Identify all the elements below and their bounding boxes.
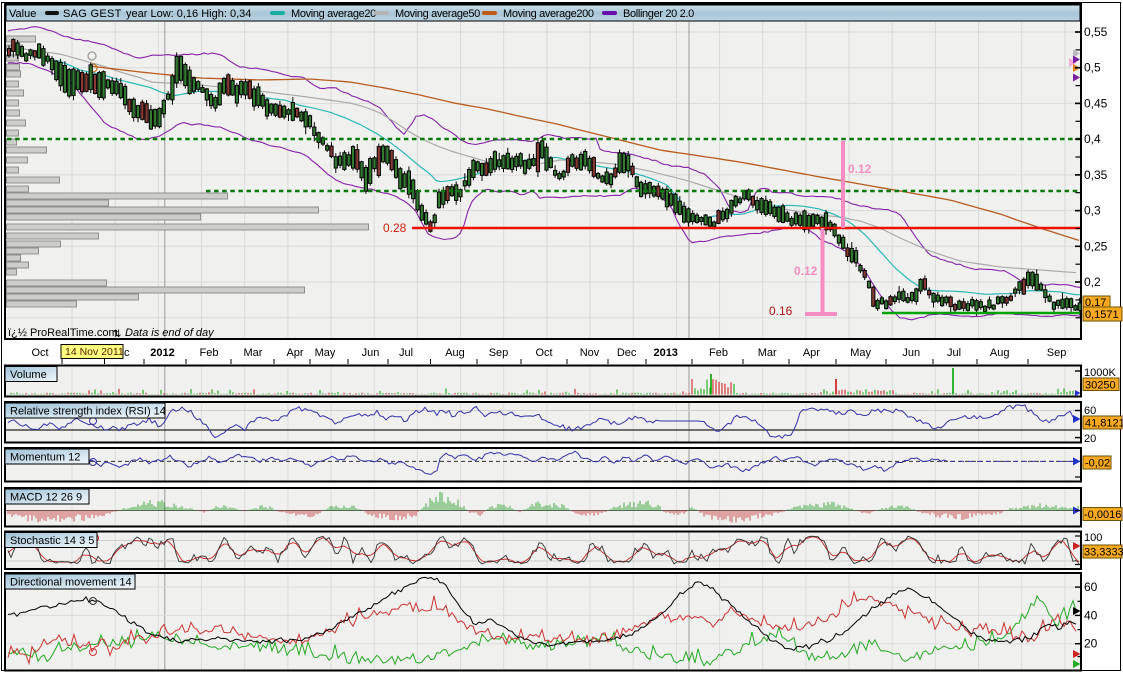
svg-text:Oct: Oct <box>535 347 552 359</box>
svg-text:0,2: 0,2 <box>1084 275 1101 289</box>
svg-text:Momentum 12: Momentum 12 <box>10 452 80 464</box>
svg-text:Mar: Mar <box>758 347 777 359</box>
svg-text:-0,02: -0,02 <box>1085 458 1110 470</box>
svg-text:Mar: Mar <box>244 347 263 359</box>
svg-text:0,3: 0,3 <box>1084 204 1101 218</box>
svg-text:20: 20 <box>1084 433 1096 445</box>
svg-text:Jun: Jun <box>902 347 920 359</box>
svg-text:Jun: Jun <box>362 347 380 359</box>
svg-text:c: c <box>124 347 130 359</box>
svg-text:Feb: Feb <box>709 347 728 359</box>
svg-text:Bollinger 20 2.0: Bollinger 20 2.0 <box>623 8 694 20</box>
svg-text:2013: 2013 <box>653 347 677 359</box>
svg-text:Relative strength index (RSI): Relative strength index (RSI) 14 <box>10 406 166 418</box>
svg-text:60: 60 <box>1084 405 1096 417</box>
svg-text:Nov: Nov <box>580 347 600 359</box>
svg-text:0.12: 0.12 <box>848 162 872 176</box>
svg-text:0,5: 0,5 <box>1084 61 1101 75</box>
svg-text:Value: Value <box>9 8 36 20</box>
svg-text:Moving average50: Moving average50 <box>395 8 480 20</box>
svg-text:100: 100 <box>1084 532 1102 544</box>
svg-text:Moving average20: Moving average20 <box>291 8 376 20</box>
svg-text:Jul: Jul <box>399 347 413 359</box>
svg-text:SAG GEST: SAG GEST <box>63 8 122 20</box>
svg-text:Moving average200: Moving average200 <box>503 8 594 20</box>
svg-text:May: May <box>315 347 336 359</box>
svg-text:ï¿½ ProRealTime.com: ï¿½ ProRealTime.com <box>8 327 118 339</box>
svg-text:year Low: 0,16 High: 0,34: year Low: 0,16 High: 0,34 <box>126 8 251 20</box>
svg-text:40: 40 <box>1084 608 1098 622</box>
svg-text:0.12: 0.12 <box>794 264 818 278</box>
svg-text:Data is end of day: Data is end of day <box>125 327 215 339</box>
svg-text:Volume: Volume <box>10 369 47 381</box>
svg-text:0,35: 0,35 <box>1084 168 1108 182</box>
svg-text:Aug: Aug <box>445 347 465 359</box>
svg-text:-0,0016: -0,0016 <box>1084 509 1121 521</box>
svg-text:Dec: Dec <box>617 347 637 359</box>
svg-text:Jul: Jul <box>947 347 961 359</box>
svg-text:14 Nov 2011: 14 Nov 2011 <box>65 346 124 358</box>
svg-text:Directional movement 14: Directional movement 14 <box>10 577 132 589</box>
svg-text:0,1571: 0,1571 <box>1085 309 1119 321</box>
svg-text:0,4: 0,4 <box>1084 132 1101 146</box>
svg-text:0.16: 0.16 <box>769 304 793 318</box>
svg-text:0,45: 0,45 <box>1084 96 1108 110</box>
svg-text:⇅: ⇅ <box>113 329 121 340</box>
svg-text:Aug: Aug <box>990 347 1010 359</box>
svg-text:33,3333: 33,3333 <box>1084 547 1123 559</box>
svg-text:Oct: Oct <box>31 347 48 359</box>
svg-text:60: 60 <box>1084 580 1098 594</box>
svg-text:Apr: Apr <box>803 347 820 359</box>
svg-text:0.28: 0.28 <box>383 221 407 235</box>
svg-text:Sep: Sep <box>489 347 509 359</box>
svg-text:41,8121: 41,8121 <box>1085 418 1123 430</box>
svg-text:MACD 12 26 9: MACD 12 26 9 <box>10 492 82 504</box>
svg-text:Feb: Feb <box>200 347 219 359</box>
svg-text:2012: 2012 <box>150 347 174 359</box>
svg-text:30250: 30250 <box>1085 380 1116 392</box>
svg-text:Apr: Apr <box>286 347 303 359</box>
svg-text:20: 20 <box>1084 637 1098 651</box>
svg-text:May: May <box>850 347 871 359</box>
svg-text:0,55: 0,55 <box>1084 25 1108 39</box>
svg-text:Stochastic 14 3 5: Stochastic 14 3 5 <box>10 535 94 547</box>
svg-text:Sep: Sep <box>1047 347 1067 359</box>
svg-text:0,25: 0,25 <box>1084 239 1108 253</box>
svg-text:1000K: 1000K <box>1084 367 1116 379</box>
